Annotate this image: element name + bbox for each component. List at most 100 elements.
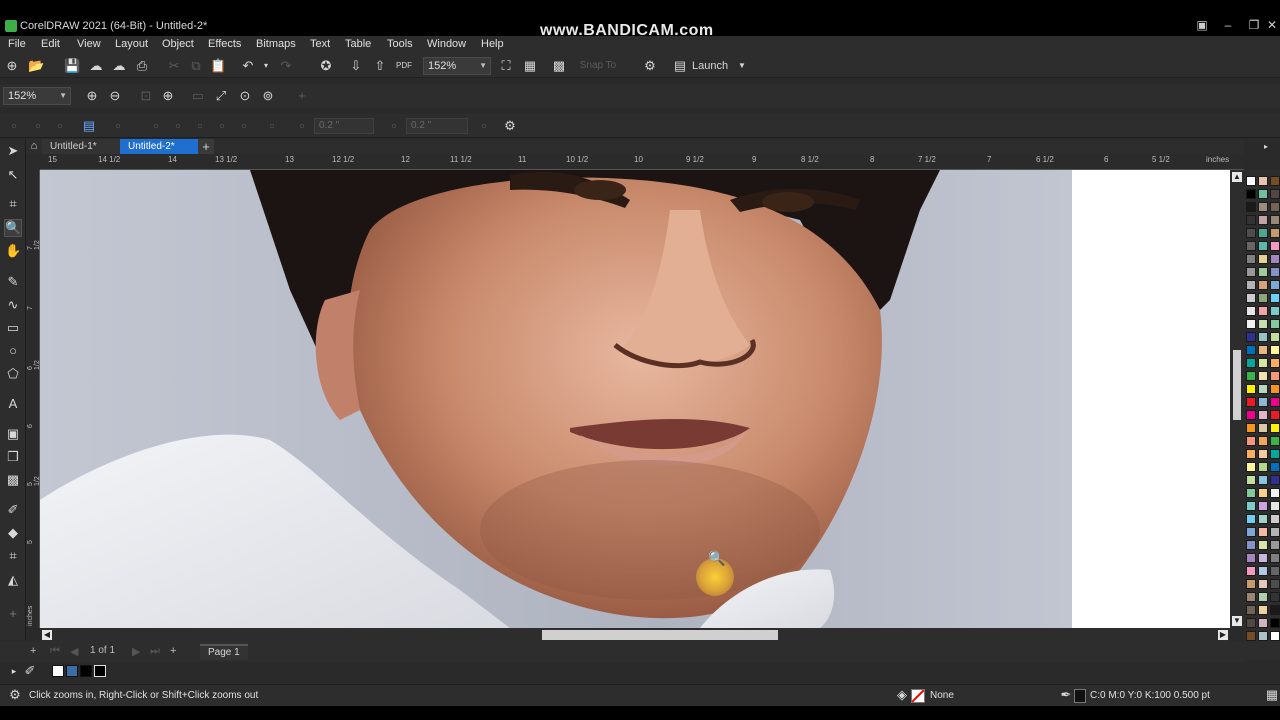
color-swatch[interactable] xyxy=(1270,553,1280,563)
color-swatch[interactable] xyxy=(1246,267,1256,277)
open-icon[interactable]: 📂 xyxy=(28,58,44,74)
add-toolbar-icon[interactable]: + xyxy=(294,88,310,104)
tab-untitled-2[interactable]: Untitled-2* xyxy=(120,139,198,154)
copy-icon[interactable]: ⧉ xyxy=(188,58,204,74)
redo-icon[interactable]: ↷ xyxy=(278,58,294,74)
color-swatch[interactable] xyxy=(1258,371,1268,381)
color-swatch[interactable] xyxy=(1258,553,1268,563)
color-swatch[interactable] xyxy=(1270,592,1280,602)
color-swatch[interactable] xyxy=(1258,501,1268,511)
menu-text[interactable]: Text xyxy=(310,38,330,50)
no-fill-swatch[interactable] xyxy=(911,689,925,703)
menu-edit[interactable]: Edit xyxy=(41,38,60,50)
drop-shadow-tool-icon[interactable]: ❐ xyxy=(5,449,21,465)
color-swatch[interactable] xyxy=(1258,397,1268,407)
color-swatch[interactable] xyxy=(1258,618,1268,628)
property-icon-2[interactable]: ▫ xyxy=(30,118,46,134)
color-swatch[interactable] xyxy=(1258,280,1268,290)
menu-help[interactable]: Help xyxy=(481,38,504,50)
color-swatch[interactable] xyxy=(1258,215,1268,225)
color-swatch[interactable] xyxy=(1258,527,1268,537)
color-swatch[interactable] xyxy=(1246,501,1256,511)
zoom-page-height-icon[interactable]: ⊙ xyxy=(237,88,253,104)
property-icon-8[interactable]: ▫ xyxy=(214,118,230,134)
status-options-icon[interactable]: ▦ xyxy=(1264,687,1280,703)
property-icon-5[interactable]: ▫ xyxy=(148,118,164,134)
launch-label[interactable]: Launch xyxy=(692,58,732,74)
color-swatch[interactable] xyxy=(1270,384,1280,394)
zoom-to-page-icon[interactable]: ▭ xyxy=(190,88,206,104)
color-swatch[interactable] xyxy=(1270,332,1280,342)
interactive-fill-tool-icon[interactable]: ◆ xyxy=(5,525,21,541)
horizontal-ruler[interactable]: 15 14 1/2 14 13 1/2 13 12 1/2 12 11 1/2 … xyxy=(40,154,1244,170)
color-swatch[interactable] xyxy=(1246,462,1256,472)
color-swatch[interactable] xyxy=(1246,631,1256,641)
color-swatch[interactable] xyxy=(1246,371,1256,381)
color-swatch[interactable] xyxy=(1246,540,1256,550)
scroll-down-icon[interactable]: ▼ xyxy=(1232,616,1242,626)
expand-palette-icon[interactable]: ▸ xyxy=(6,663,22,679)
color-swatch[interactable] xyxy=(1270,358,1280,368)
cloud-upload-icon[interactable]: ☁ xyxy=(88,58,104,74)
color-swatch[interactable] xyxy=(1246,202,1256,212)
color-swatch[interactable] xyxy=(1270,475,1280,485)
menu-object[interactable]: Object xyxy=(162,38,194,50)
color-swatch[interactable] xyxy=(1258,202,1268,212)
color-swatch[interactable] xyxy=(1270,514,1280,524)
color-swatch[interactable] xyxy=(1246,436,1256,446)
options-gear-icon[interactable]: ⚙ xyxy=(642,58,658,74)
color-swatch[interactable] xyxy=(1270,540,1280,550)
color-swatch[interactable] xyxy=(1270,605,1280,615)
color-swatch[interactable] xyxy=(1270,254,1280,264)
zoom-out-icon[interactable]: ⊖ xyxy=(107,88,123,104)
color-swatch[interactable] xyxy=(1270,566,1280,576)
color-swatch[interactable] xyxy=(1270,371,1280,381)
color-swatch[interactable] xyxy=(1270,306,1280,316)
zoom-in-icon[interactable]: ⊕ xyxy=(84,88,100,104)
zoom-tool-icon[interactable]: 🔍 xyxy=(4,219,22,237)
color-swatch[interactable] xyxy=(1246,241,1256,251)
property-icon-11[interactable]: ▫ xyxy=(294,118,310,134)
color-swatch[interactable] xyxy=(1246,488,1256,498)
color-swatch[interactable] xyxy=(1246,618,1256,628)
color-swatch[interactable] xyxy=(1270,397,1280,407)
property-icon-6[interactable]: ▫ xyxy=(170,118,186,134)
menu-table[interactable]: Table xyxy=(345,38,371,50)
color-swatch[interactable] xyxy=(1246,293,1256,303)
color-swatch[interactable] xyxy=(1258,306,1268,316)
color-swatch[interactable] xyxy=(1246,566,1256,576)
document-color-chip[interactable] xyxy=(80,665,92,677)
document-color-chip[interactable] xyxy=(66,665,78,677)
ruler-corner[interactable] xyxy=(26,154,40,170)
color-swatch[interactable] xyxy=(1246,397,1256,407)
color-swatch[interactable] xyxy=(1258,449,1268,459)
shape-tool-icon[interactable]: ↖ xyxy=(5,167,21,183)
status-gear-icon[interactable]: ⚙ xyxy=(7,687,23,703)
crop-tool-icon[interactable]: ⌗ xyxy=(5,196,21,212)
previous-page-icon[interactable]: ◀ xyxy=(70,645,78,658)
pick-tool-icon[interactable]: ➤ xyxy=(5,143,21,159)
color-swatch[interactable] xyxy=(1246,306,1256,316)
print-icon[interactable]: ⎙ xyxy=(134,58,150,74)
polygon-tool-icon[interactable]: ⬠ xyxy=(5,366,21,382)
color-swatch[interactable] xyxy=(1258,384,1268,394)
property-icon-3[interactable]: ▫ xyxy=(52,118,68,134)
snap-to-label[interactable]: Snap To xyxy=(578,58,618,74)
property-icon-1[interactable]: ▫ xyxy=(6,118,22,134)
save-icon[interactable]: 💾 xyxy=(64,58,80,74)
color-swatch[interactable] xyxy=(1270,436,1280,446)
color-swatch[interactable] xyxy=(1258,332,1268,342)
color-swatch[interactable] xyxy=(1270,527,1280,537)
zoom-page-icon[interactable]: ⊚ xyxy=(260,88,276,104)
color-swatch[interactable] xyxy=(1258,605,1268,615)
color-swatch[interactable] xyxy=(1270,345,1280,355)
text-tool-icon[interactable]: A xyxy=(5,396,21,412)
property-icon-7[interactable]: ▫ xyxy=(192,118,208,134)
color-swatch[interactable] xyxy=(1258,488,1268,498)
artistic-media-tool-icon[interactable]: ∿ xyxy=(5,297,21,313)
color-swatch[interactable] xyxy=(1258,566,1268,576)
page-tab-1[interactable]: Page 1 xyxy=(200,644,248,660)
color-swatch[interactable] xyxy=(1258,254,1268,264)
color-swatch[interactable] xyxy=(1270,176,1280,186)
document-color-chip[interactable] xyxy=(94,665,106,677)
